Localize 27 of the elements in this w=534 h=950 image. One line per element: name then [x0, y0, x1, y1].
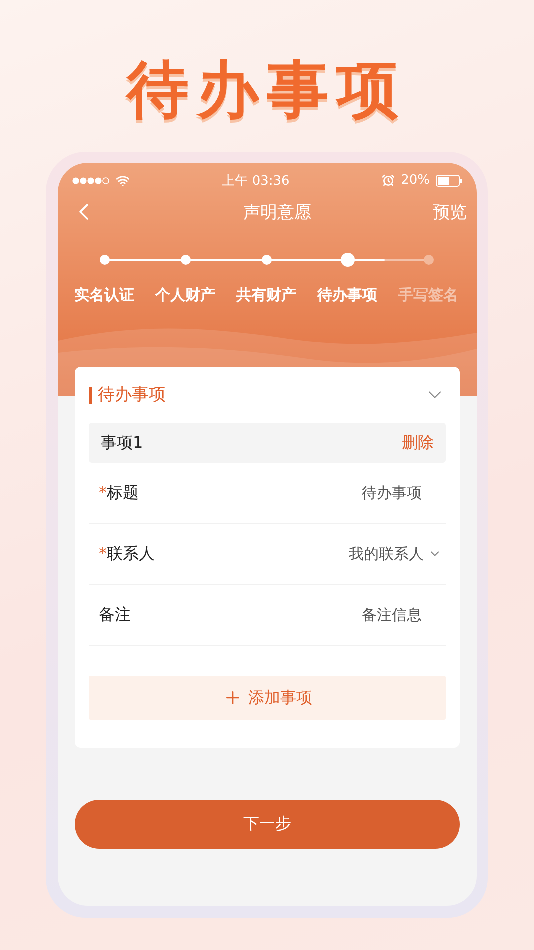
section-title: 待办事项	[89, 386, 424, 404]
step-label: 待办事项	[318, 286, 378, 305]
delete-link[interactable]: 删除	[402, 432, 434, 454]
status-time: 上午 03:36	[221, 172, 291, 190]
required-mark: *	[99, 482, 107, 502]
field-value[interactable]: 备注信息	[362, 606, 422, 624]
alarm-icon	[382, 174, 396, 187]
signal-icon	[72, 176, 110, 184]
step-label: 手写签名	[398, 286, 458, 305]
battery-icon	[436, 174, 463, 186]
required-mark: *	[99, 544, 107, 562]
field-value[interactable]: 我的联系人	[349, 544, 424, 564]
field-label: 备注	[99, 604, 131, 624]
next-button[interactable]: 下一步	[75, 800, 460, 849]
battery-percent: 20%	[401, 173, 430, 188]
field-label: 联系人	[107, 544, 155, 562]
headline: 待办事项	[124, 52, 408, 128]
preview-link[interactable]: 预览	[433, 200, 467, 224]
field-label: 标题	[107, 482, 139, 502]
add-item-button[interactable]: 添加事项	[89, 676, 446, 720]
step-label: 个人财产	[156, 286, 216, 305]
wifi-icon	[116, 174, 130, 188]
page-title: 声明意愿	[242, 202, 312, 224]
field-value[interactable]: 待办事项	[362, 484, 422, 502]
step-label: 共有财产	[236, 286, 296, 305]
item-title: 事项1	[101, 432, 144, 454]
step-label: 实名认证	[74, 286, 134, 305]
